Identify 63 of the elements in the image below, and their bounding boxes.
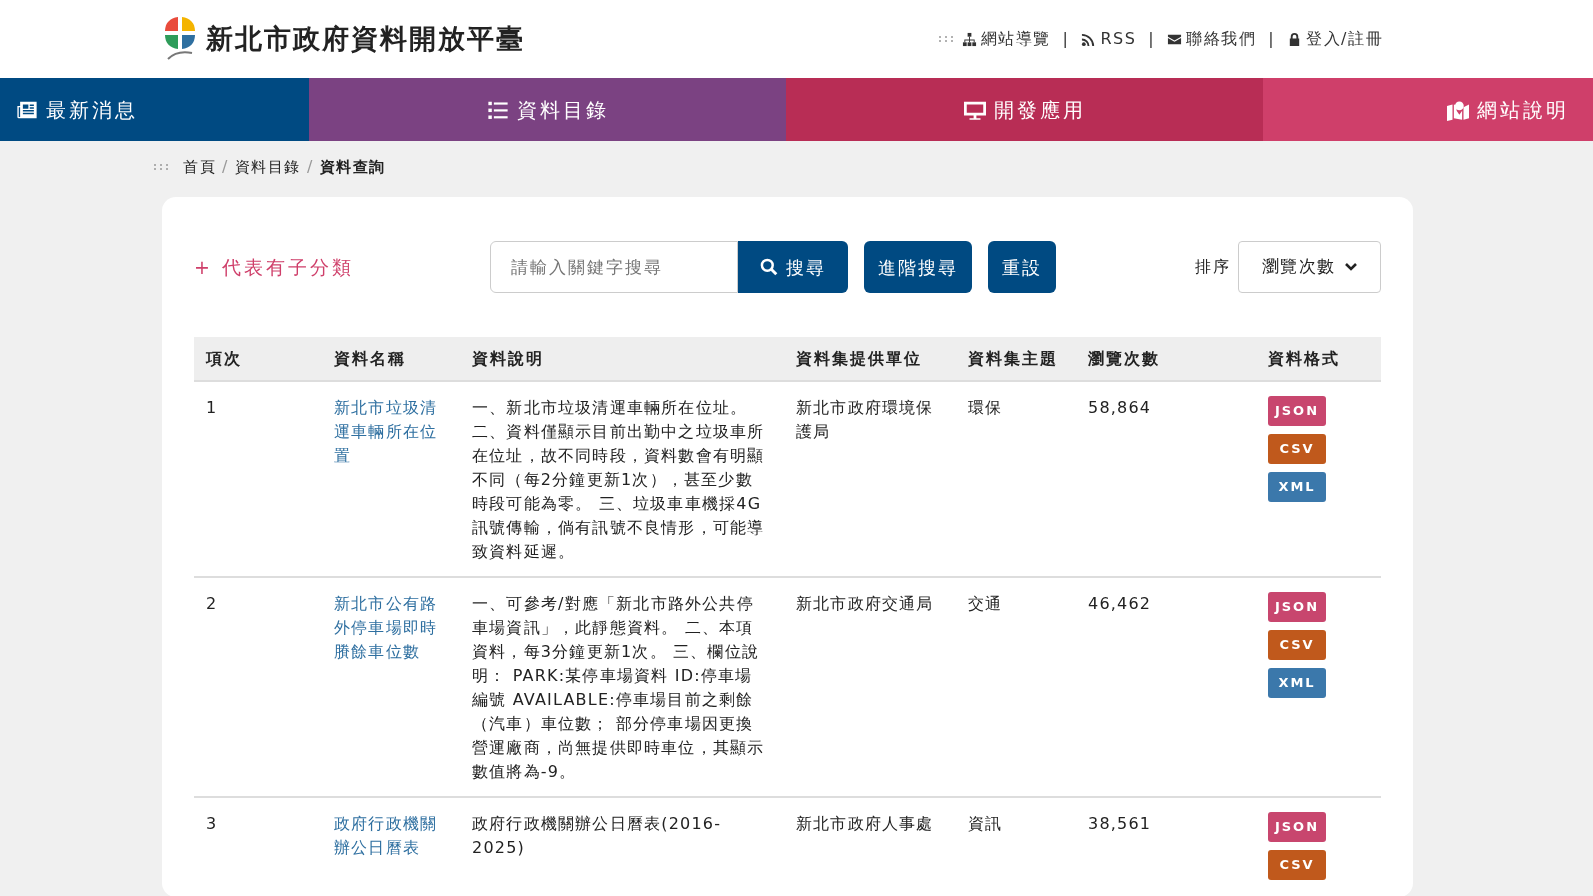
breadcrumb-link[interactable]: 資料目錄 (234, 155, 301, 179)
theme-name: 交通 (968, 594, 1003, 613)
top-link[interactable]: 聯絡我們 (1167, 27, 1257, 51)
column-header: 資料集主題 (956, 337, 1076, 381)
search-field[interactable]: 請輸入關鍵字搜尋 (490, 241, 738, 293)
nav-tab[interactable]: 開發應用 (786, 78, 1264, 141)
link-separator: | (1148, 28, 1156, 50)
row-index: 1 (206, 398, 218, 417)
theme-name: 資訊 (968, 814, 1003, 833)
format-tag[interactable]: JSON (1268, 396, 1326, 426)
nav-tab[interactable]: 網站說明 (1263, 78, 1593, 141)
agency-name: 新北市政府交通局 (796, 594, 934, 613)
row-index: 2 (206, 594, 218, 613)
format-tag[interactable]: JSON (1268, 812, 1326, 842)
format-tag[interactable]: CSV (1268, 434, 1326, 464)
format-tag[interactable]: JSON (1268, 592, 1326, 622)
action-button[interactable]: 重設 (988, 241, 1056, 293)
search-icon (760, 258, 778, 276)
view-count: 38,561 (1088, 814, 1152, 833)
dataset-link[interactable]: 新北市公有路外停車場即時賸餘車位數 (334, 592, 438, 664)
breadcrumb-link[interactable]: 首頁 (183, 155, 216, 179)
dataset-link[interactable]: 新北市垃圾清運車輛所在位置 (334, 396, 438, 468)
sort-dropdown[interactable]: 瀏覽次數 (1238, 241, 1381, 293)
top-link[interactable]: RSS (1081, 27, 1137, 51)
row-index: 3 (206, 814, 218, 833)
breadcrumb-separator: / (222, 156, 229, 178)
column-header: 項次 (194, 337, 322, 381)
search-button[interactable]: 搜尋 (738, 241, 848, 293)
column-header: 資料說明 (460, 337, 784, 381)
agency-name: 新北市政府環境保護局 (796, 398, 934, 441)
column-header: 資料格式 (1256, 337, 1381, 381)
dataset-link[interactable]: 政府行政機關辦公日曆表 (334, 812, 438, 860)
sort-label: 排序 (1195, 256, 1230, 278)
link-separator: | (1268, 28, 1276, 50)
top-link[interactable]: 登入/註冊 (1287, 27, 1383, 51)
sitemap-icon (961, 31, 977, 47)
agency-name: 新北市政府人事處 (796, 814, 934, 833)
dots-icon (937, 35, 954, 43)
nav-tab[interactable]: 最新消息 (0, 78, 310, 141)
dataset-description: 一、新北市垃圾清運車輛所在位址。二、資料僅顯示目前出勤中之垃圾車所在位址，故不同時段，資料數會有明顯不同（每2分鐘更新1次），甚至少數時段可能為零。 三、垃圾車車機採4G訊號傳輸，倘有訊號不良情形，可能導致資料延遲。 (472, 398, 765, 561)
column-header: 資料集提供單位 (784, 337, 956, 381)
nav-tab[interactable]: 資料目錄 (309, 78, 787, 141)
dataset-description: 一、可參考/對應「新北市路外公共停車場資訊」，此靜態資料。 二、本項資料，每3分鐘更新1次。 三、欄位說明： PARK:某停車場資料 ID:停車場編號 AVAILABLE:停車場目前之剩餘（汽車）車位數； 部分停車場因更換營運廠商，尚無提供即時車位，其顯示數值將為-9。 (472, 594, 765, 781)
action-button[interactable]: 進階搜尋 (864, 241, 972, 293)
category-legend: + 代表有子分類 (194, 252, 490, 282)
column-header: 資料名稱 (322, 337, 460, 381)
chevron-down-icon (1343, 262, 1358, 272)
format-tag[interactable]: XML (1268, 472, 1326, 502)
format-tag[interactable]: XML (1268, 668, 1326, 698)
rss-icon (1081, 31, 1097, 47)
dots-icon (153, 163, 169, 171)
view-count: 46,462 (1088, 594, 1152, 613)
view-count: 58,864 (1088, 398, 1152, 417)
format-tag[interactable]: CSV (1268, 630, 1326, 660)
theme-name: 環保 (968, 398, 1003, 417)
breadcrumb-separator: / (306, 156, 314, 178)
format-tag[interactable]: CSV (1268, 850, 1326, 880)
top-link[interactable]: 網站導覽 (961, 27, 1051, 51)
site-title: 新北市政府資料開放平臺 (206, 21, 525, 56)
map-pin-icon (1446, 98, 1469, 121)
link-separator: | (1062, 28, 1070, 50)
column-header: 瀏覽次數 (1076, 337, 1256, 381)
dataset-description: 政府行政機關辦公日曆表(2016-2025) (472, 814, 722, 857)
